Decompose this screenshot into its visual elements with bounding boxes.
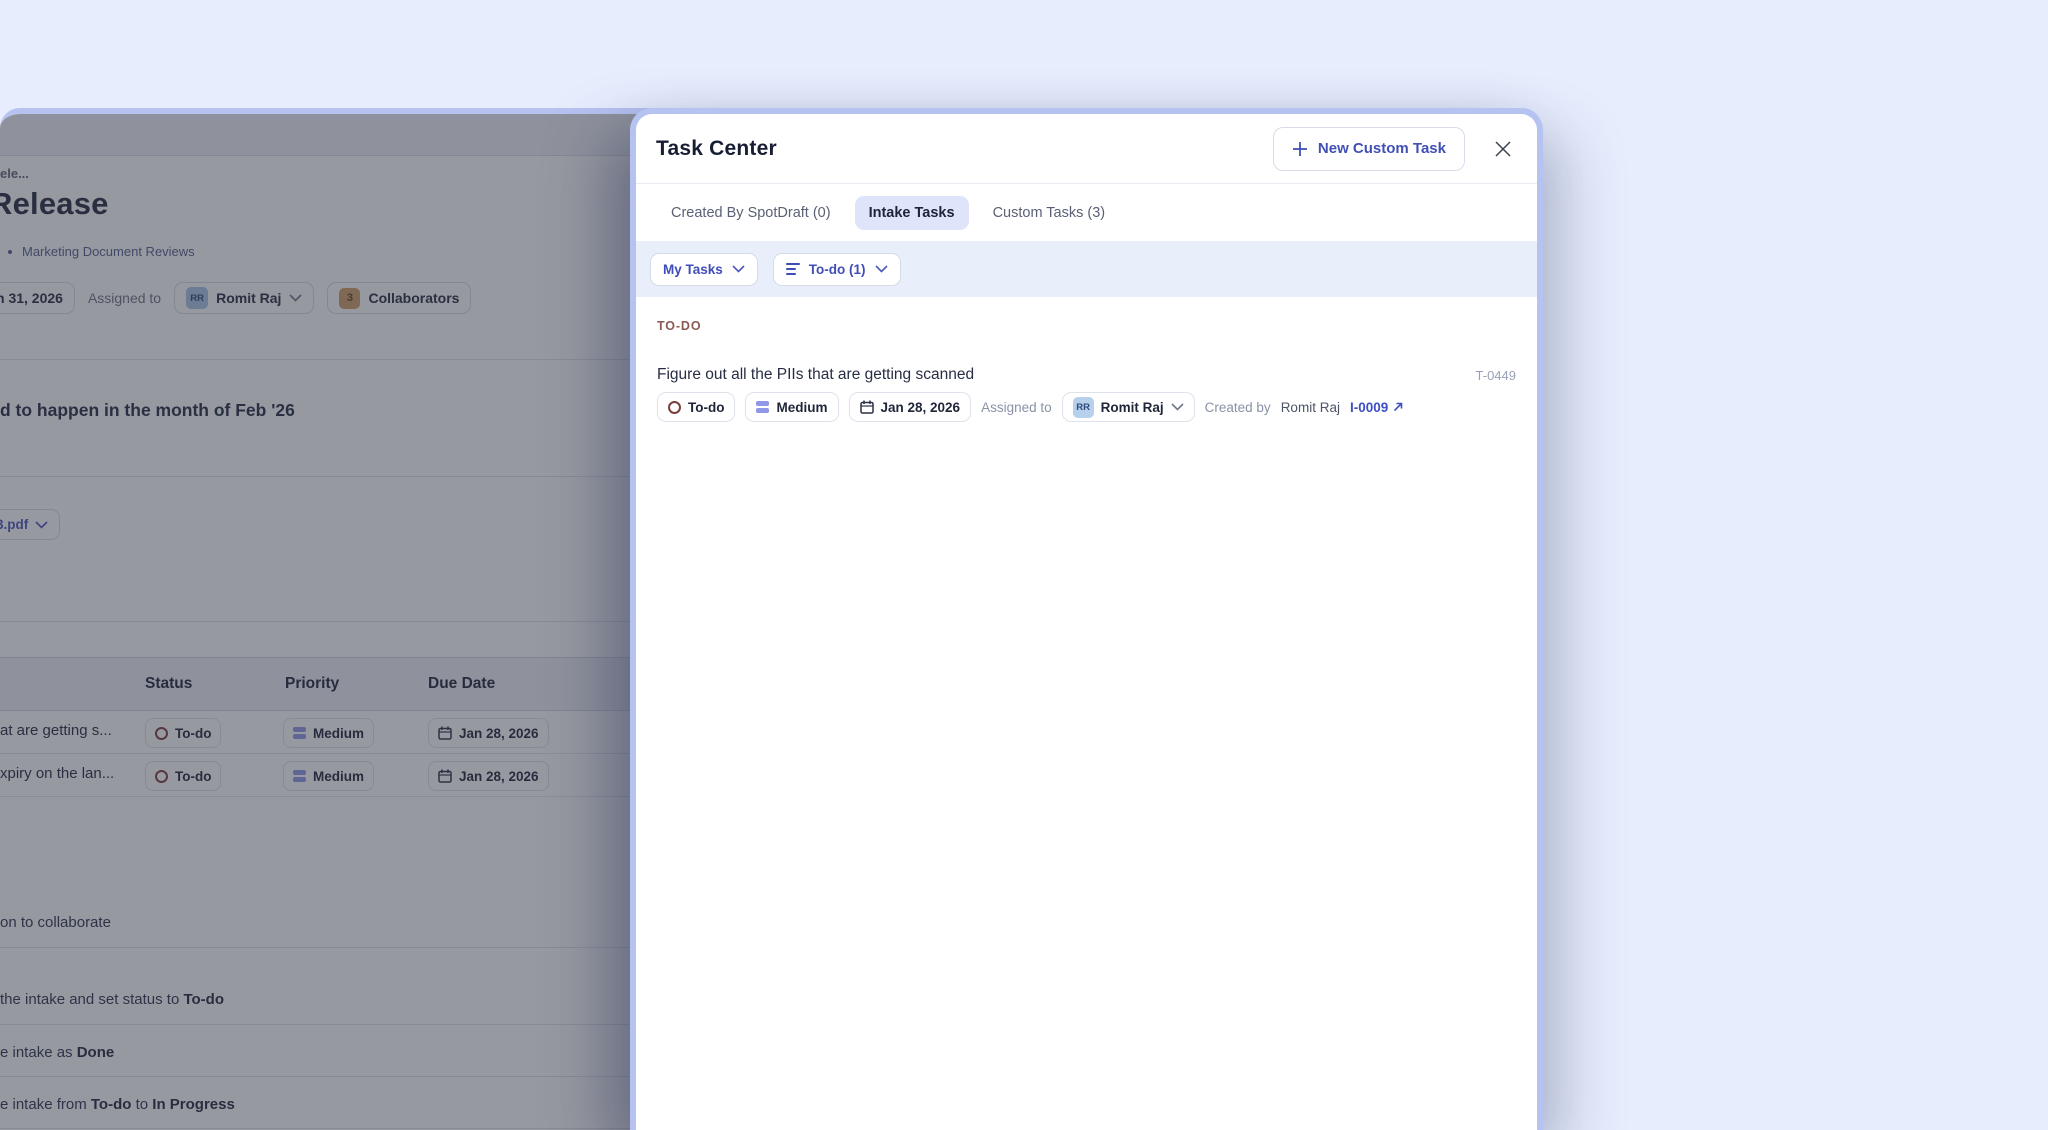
created-by-label: Created by bbox=[1205, 400, 1271, 415]
tab-created-by-spotdraft[interactable]: Created By SpotDraft (0) bbox=[657, 196, 845, 230]
filter-bar: My Tasks To-do (1) bbox=[636, 241, 1537, 297]
task-center-panel: Task Center New Custom Task Created By S… bbox=[630, 108, 1543, 1130]
tab-bar: Created By SpotDraft (0) Intake Tasks Cu… bbox=[636, 184, 1537, 241]
intake-link[interactable]: I-0009 bbox=[1350, 400, 1404, 415]
status-chip[interactable]: To-do bbox=[657, 392, 735, 422]
created-by-name: Romit Raj bbox=[1281, 400, 1340, 415]
avatar: RR bbox=[1073, 397, 1094, 418]
close-button[interactable] bbox=[1489, 135, 1517, 163]
tab-intake-tasks[interactable]: Intake Tasks bbox=[855, 196, 969, 230]
filter-icon bbox=[786, 263, 800, 275]
panel-body: TO-DO Figure out all the PIIs that are g… bbox=[636, 297, 1537, 1130]
task-chips-row: To-do Medium Jan 28, 2026 Assigned to RR… bbox=[657, 392, 1516, 422]
priority-chip[interactable]: Medium bbox=[745, 392, 838, 422]
task-row[interactable]: Figure out all the PIIs that are getting… bbox=[657, 366, 1516, 384]
chevron-down-icon bbox=[875, 265, 888, 273]
task-id: T-0449 bbox=[1476, 368, 1516, 383]
status-ring-icon bbox=[668, 401, 681, 414]
status-filter[interactable]: To-do (1) bbox=[773, 253, 901, 286]
assigned-to-label: Assigned to bbox=[981, 400, 1052, 415]
task-title[interactable]: Figure out all the PIIs that are getting… bbox=[657, 366, 1476, 384]
panel-title: Task Center bbox=[656, 137, 1273, 161]
calendar-icon bbox=[860, 400, 874, 414]
chevron-down-icon bbox=[732, 265, 745, 273]
panel-header: Task Center New Custom Task bbox=[636, 114, 1537, 184]
todo-section-label: TO-DO bbox=[657, 319, 1516, 333]
due-date-chip[interactable]: Jan 28, 2026 bbox=[849, 392, 972, 422]
chevron-down-icon bbox=[1171, 403, 1184, 411]
close-icon bbox=[1493, 139, 1513, 159]
plus-icon bbox=[1292, 141, 1308, 157]
external-arrow-icon bbox=[1392, 401, 1404, 413]
assignee-chip[interactable]: RR Romit Raj bbox=[1062, 392, 1195, 422]
tab-custom-tasks[interactable]: Custom Tasks (3) bbox=[979, 196, 1120, 230]
my-tasks-filter[interactable]: My Tasks bbox=[650, 253, 758, 286]
priority-medium-icon bbox=[756, 401, 769, 413]
new-custom-task-button[interactable]: New Custom Task bbox=[1273, 127, 1465, 171]
